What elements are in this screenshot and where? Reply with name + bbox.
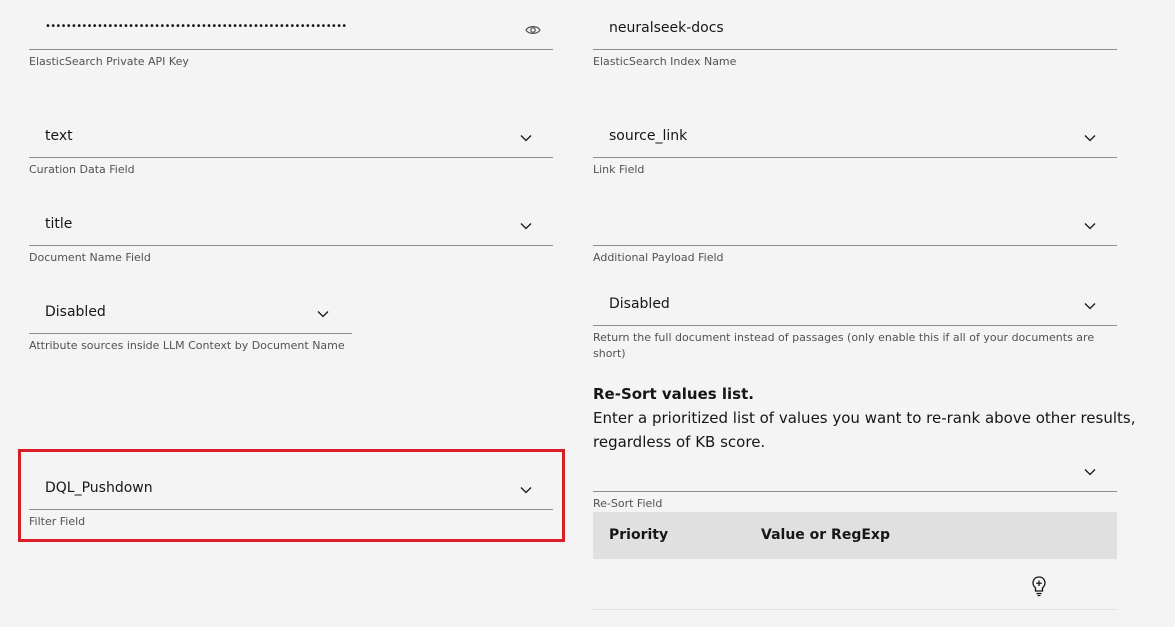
api-key-input[interactable]: ••••••••••••••••••••••••••••••••••••••••… [29,10,553,50]
api-key-label: ElasticSearch Private API Key [29,55,189,68]
curation-data-field: text Curation Data Field [29,118,553,178]
attribute-sources-label: Attribute sources inside LLM Context by … [29,339,345,352]
link-value: source_link [609,128,688,144]
eye-icon[interactable] [525,23,541,37]
lightbulb-icon[interactable] [1029,575,1049,597]
link-select[interactable]: source_link [593,118,1117,158]
chevron-down-icon [1084,135,1096,142]
additional-payload-select[interactable] [593,206,1117,246]
attribute-sources-field: Disabled Attribute sources inside LLM Co… [29,294,352,354]
resort-label: Re-Sort Field [593,497,663,510]
full-document-field: Disabled Return the full document instea… [593,286,1117,366]
curation-data-select[interactable]: text [29,118,553,158]
document-name-select[interactable]: title [29,206,553,246]
chevron-down-icon [317,311,329,318]
document-name-field: title Document Name Field [29,206,553,266]
chevron-down-icon [1084,303,1096,310]
index-name-label: ElasticSearch Index Name [593,55,737,68]
chevron-down-icon [1084,223,1096,230]
api-key-value: ••••••••••••••••••••••••••••••••••••••••… [45,21,347,32]
resort-description: Enter a prioritized list of values you w… [593,409,1136,451]
curation-data-label: Curation Data Field [29,163,135,176]
full-document-select[interactable]: Disabled [593,286,1117,326]
link-label: Link Field [593,163,645,176]
chevron-down-icon [520,223,532,230]
index-name-field: neuralseek-docs ElasticSearch Index Name [593,10,1117,70]
resort-title: Re-Sort values list. [593,385,754,403]
filter-highlight-box [18,449,565,542]
api-key-field: ••••••••••••••••••••••••••••••••••••••••… [29,10,553,70]
resort-section-header: Re-Sort values list. Enter a prioritized… [593,384,1153,454]
chevron-down-icon [1084,469,1096,476]
index-name-input[interactable]: neuralseek-docs [593,10,1117,50]
additional-payload-field: Additional Payload Field [593,206,1117,266]
attribute-sources-value: Disabled [45,304,106,320]
document-name-value: title [45,216,73,232]
column-header-value: Value or RegExp [761,527,890,543]
index-name-value: neuralseek-docs [609,20,724,36]
resort-select[interactable] [593,452,1117,492]
chevron-down-icon [520,135,532,142]
attribute-sources-select[interactable]: Disabled [29,294,352,334]
resort-field: Re-Sort Field [593,452,1117,512]
curation-data-value: text [45,128,73,144]
link-field: source_link Link Field [593,118,1117,178]
column-header-priority: Priority [609,527,669,543]
full-document-label: Return the full document instead of pass… [593,331,1095,360]
resort-table-header: Priority Value or RegExp [593,512,1117,559]
table-row [593,560,1117,610]
document-name-label: Document Name Field [29,251,151,264]
full-document-value: Disabled [609,296,670,312]
additional-payload-label: Additional Payload Field [593,251,724,264]
